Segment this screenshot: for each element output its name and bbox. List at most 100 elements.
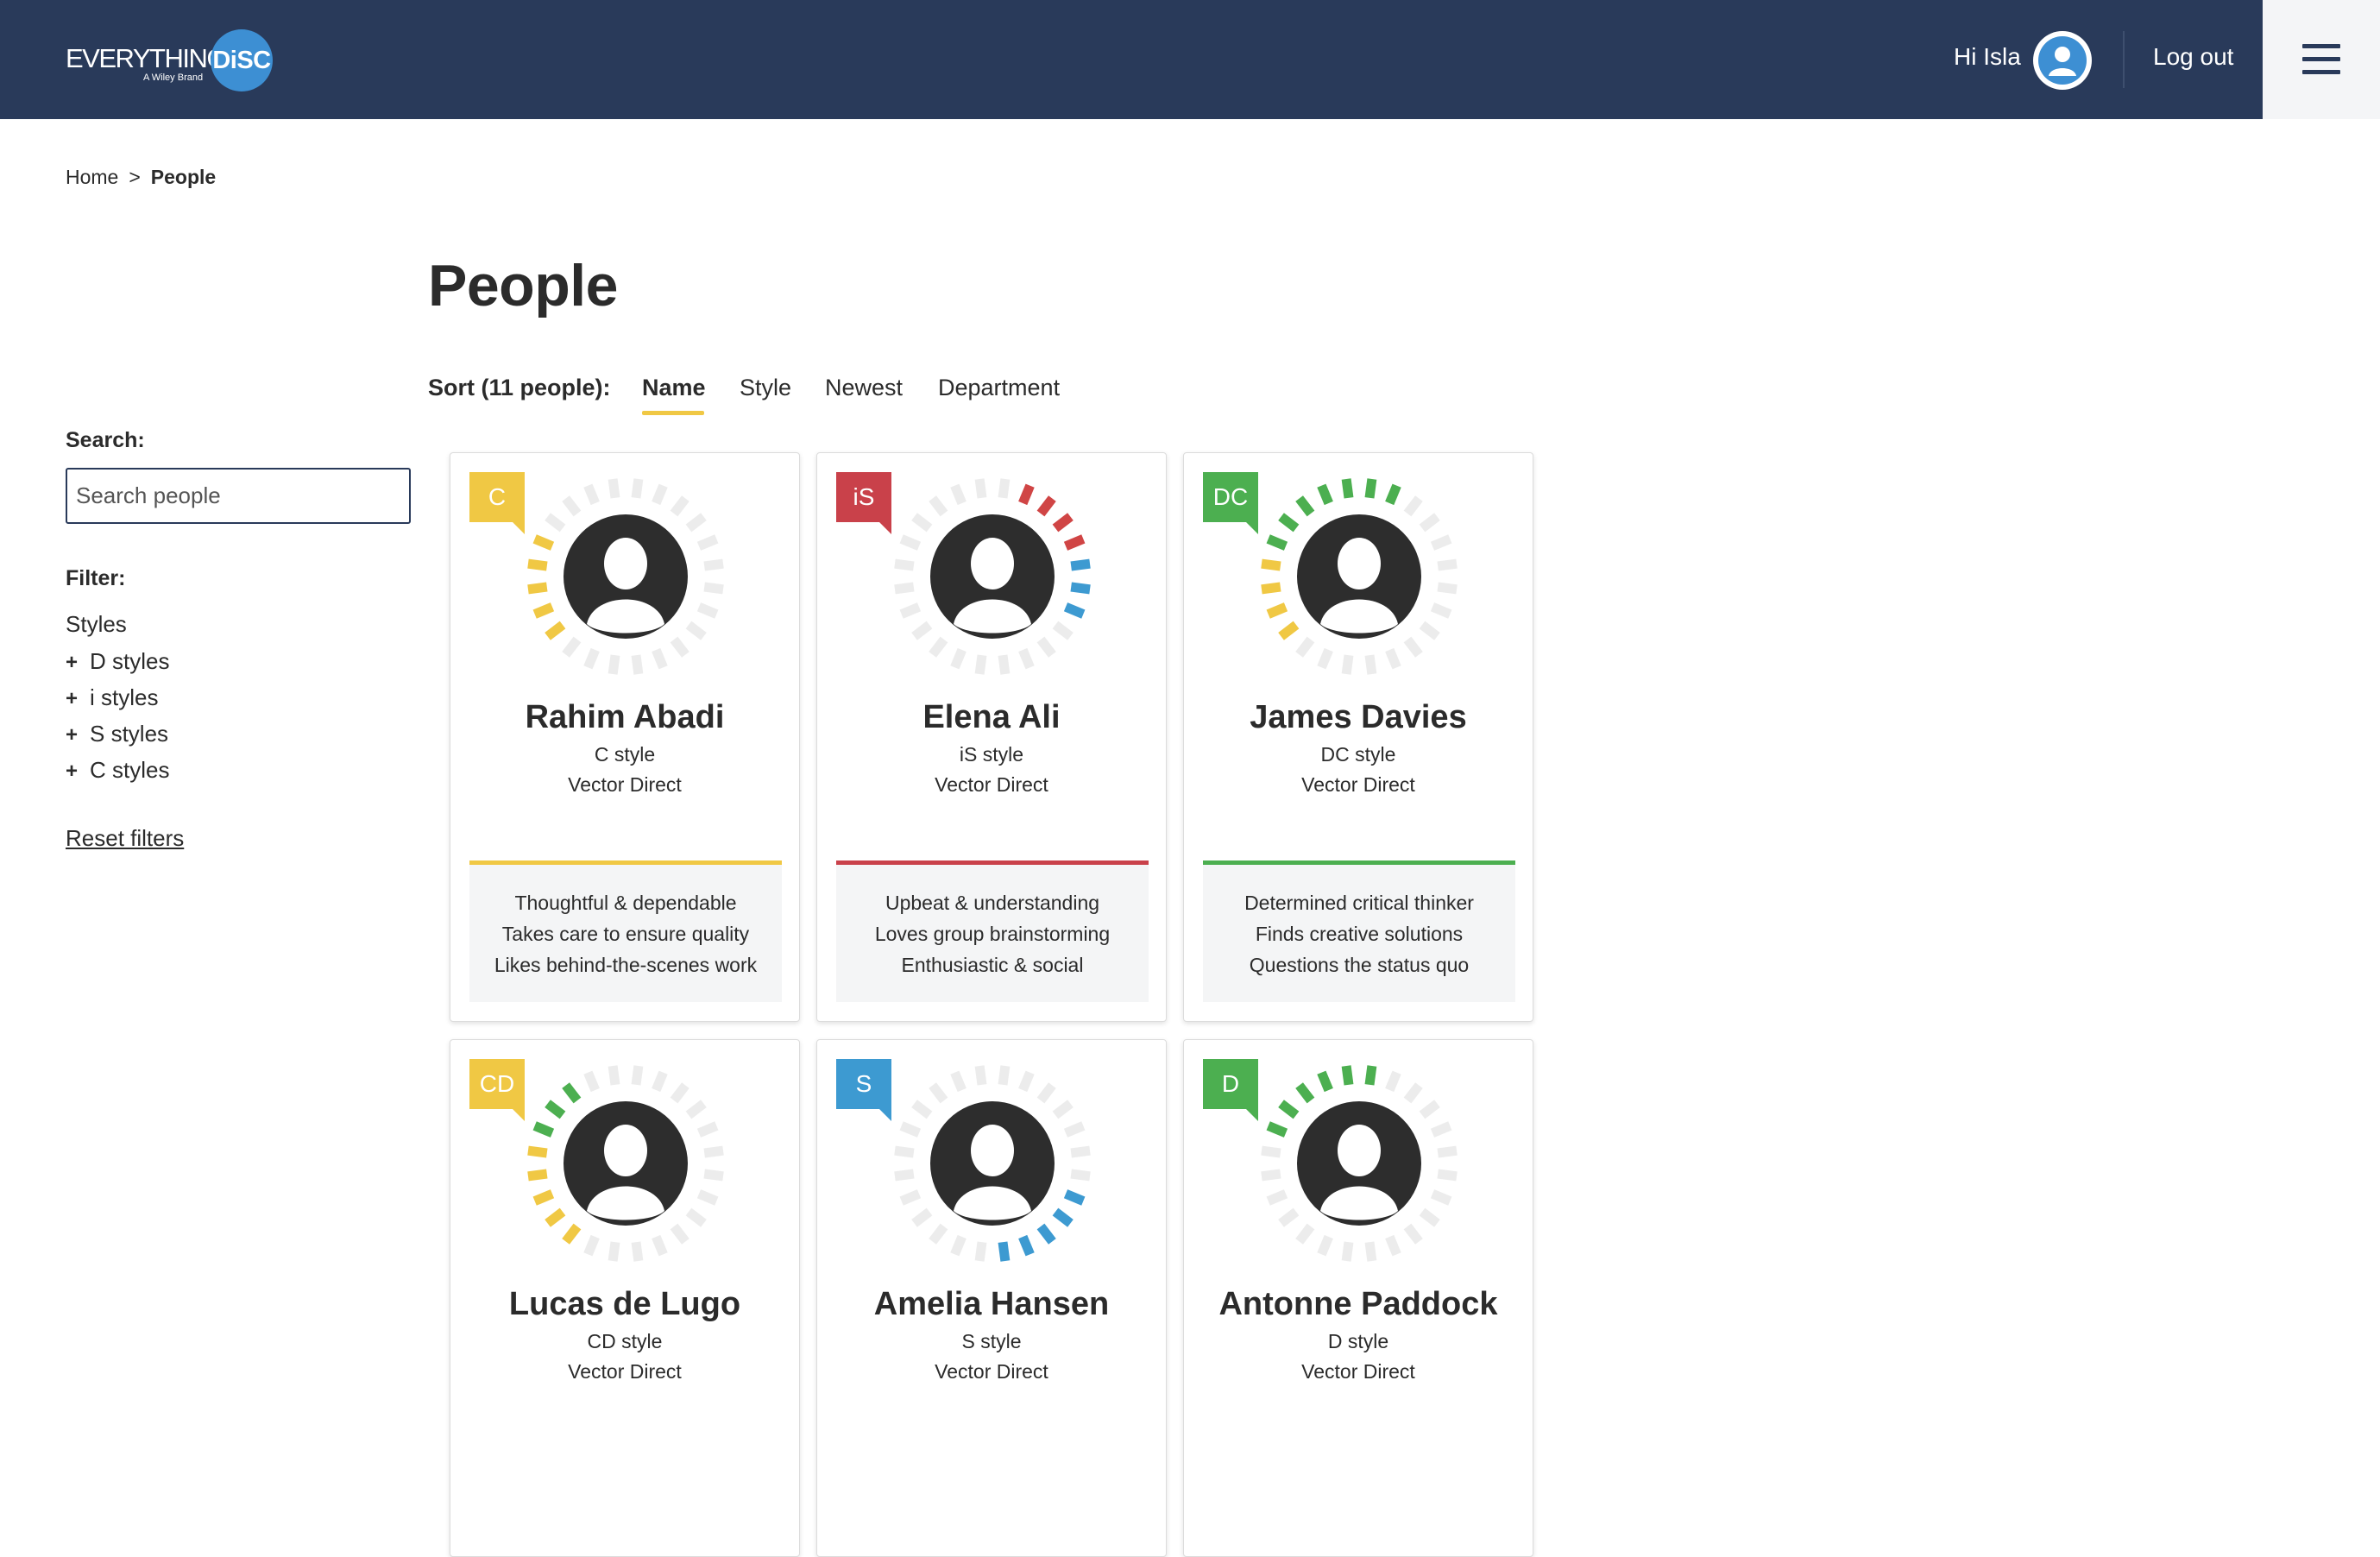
- user-avatar[interactable]: [2033, 31, 2092, 90]
- wheel-segment: [1364, 1065, 1377, 1086]
- avatar-head: [1338, 538, 1381, 589]
- logout-link[interactable]: Log out: [2153, 43, 2233, 71]
- wheel-segment: [1437, 582, 1458, 595]
- reset-filters-link[interactable]: Reset filters: [66, 825, 184, 852]
- wheel-segment: [1278, 513, 1300, 533]
- wheel-segment: [545, 621, 566, 640]
- wheel-segment: [1364, 1241, 1377, 1262]
- person-style: iS style: [959, 743, 1024, 766]
- wheel-segment: [696, 1121, 719, 1138]
- wheel-segment: [1403, 495, 1423, 517]
- person-card[interactable]: D Antonne Paddock D style Vector Direct: [1183, 1039, 1533, 1557]
- wheel-segment: [1018, 1234, 1035, 1257]
- sort-tab-name[interactable]: Name: [642, 375, 706, 401]
- disc-style-wheel: [527, 1065, 724, 1262]
- wheel-segment: [1278, 1207, 1300, 1227]
- wheel-segment: [608, 1241, 620, 1262]
- wheel-segment: [1419, 1207, 1440, 1227]
- trait-line: Enthusiastic & social: [901, 953, 1084, 976]
- logo-tagline: A Wiley Brand: [143, 72, 204, 83]
- wheel-segment: [1419, 621, 1440, 640]
- wheel-segment: [1419, 513, 1440, 533]
- person-card[interactable]: S Amelia Hansen S style Vector Direct: [816, 1039, 1167, 1557]
- person-card[interactable]: C Rahim Abadi C style Vector Direct Thoughtf…: [450, 452, 800, 1022]
- wheel-segment: [911, 513, 933, 533]
- wheel-segment: [1070, 558, 1091, 571]
- wheel-segment: [1070, 582, 1091, 595]
- trait-line: Upbeat & understanding: [885, 891, 1100, 914]
- wheel-segment: [696, 1189, 719, 1206]
- badge-tail-icon: [513, 522, 525, 534]
- sort-tab-style[interactable]: Style: [740, 375, 791, 401]
- active-sort-indicator: [642, 411, 704, 415]
- person-department: Vector Direct: [1301, 773, 1415, 796]
- wheel-segment: [703, 582, 724, 595]
- wheel-segment: [685, 513, 707, 533]
- filter-d-styles[interactable]: + D styles: [66, 648, 169, 675]
- wheel-segment: [652, 647, 668, 670]
- wheel-segment: [1430, 1121, 1452, 1138]
- person-style: DC style: [1320, 743, 1396, 766]
- breadcrumb-home[interactable]: Home: [66, 166, 118, 188]
- wheel-segment: [1419, 1100, 1440, 1119]
- badge-tail-icon: [513, 1109, 525, 1121]
- person-card[interactable]: CD Lucas de Lugo CD style Vector Direct: [450, 1039, 800, 1557]
- wheel-segment: [1070, 1169, 1091, 1182]
- wheel-segment: [1063, 602, 1086, 619]
- wheel-segment: [1070, 1145, 1091, 1158]
- wheel-segment: [532, 1121, 555, 1138]
- wheel-segment: [1278, 1100, 1300, 1119]
- filter-c-styles[interactable]: + C styles: [66, 757, 169, 784]
- everything-disc-logo[interactable]: EVERYTHING A Wiley Brand DiSC: [66, 28, 281, 91]
- disc-style-badge: DC: [1203, 472, 1258, 522]
- wheel-segment: [545, 1100, 566, 1119]
- person-name: Rahim Abadi: [525, 699, 725, 735]
- badge-tail-icon: [879, 1109, 891, 1121]
- wheel-segment: [1385, 647, 1401, 670]
- wheel-segment: [562, 1223, 582, 1245]
- wheel-segment: [631, 478, 644, 499]
- filter-s-styles[interactable]: + S styles: [66, 721, 168, 747]
- wheel-segment: [1052, 1100, 1074, 1119]
- sort-tab-newest[interactable]: Newest: [825, 375, 903, 401]
- wheel-segment: [608, 478, 620, 499]
- wheel-segment: [583, 647, 600, 670]
- wheel-segment: [929, 636, 948, 658]
- wheel-segment: [1295, 495, 1315, 517]
- wheel-segment: [950, 1070, 966, 1093]
- wheel-segment: [583, 1070, 600, 1093]
- wheel-segment: [532, 534, 555, 551]
- wheel-segment: [652, 1070, 668, 1093]
- wheel-segment: [899, 602, 922, 619]
- top-navigation-bar: EVERYTHING A Wiley Brand DiSC Hi Isla Lo…: [0, 0, 2380, 119]
- wheel-segment: [899, 534, 922, 551]
- person-name: Lucas de Lugo: [508, 1286, 741, 1322]
- wheel-segment: [652, 1234, 668, 1257]
- wheel-segment: [1052, 621, 1074, 640]
- hamburger-menu-button[interactable]: [2263, 0, 2380, 119]
- breadcrumb-separator: >: [129, 166, 141, 188]
- wheel-segment: [1052, 513, 1074, 533]
- wheel-segment: [1317, 483, 1333, 506]
- wheel-segment: [1403, 1082, 1423, 1104]
- wheel-segment: [1341, 654, 1354, 675]
- person-card[interactable]: iS Elena Ali iS style Vector Direct Upbeat &…: [816, 452, 1167, 1022]
- search-people-input[interactable]: [66, 468, 411, 524]
- person-department: Vector Direct: [568, 773, 682, 796]
- disc-style-badge: CD: [469, 1059, 525, 1109]
- wheel-segment: [1317, 1070, 1333, 1093]
- wheel-segment: [583, 483, 600, 506]
- wheel-segment: [1437, 1145, 1458, 1158]
- wheel-segment: [532, 1189, 555, 1206]
- disc-style-wheel: [1261, 478, 1458, 675]
- disc-style-badge: iS: [836, 472, 891, 522]
- wheel-segment: [1261, 582, 1281, 595]
- person-card[interactable]: DC James Davies DC style Vector Direct Deter…: [1183, 452, 1533, 1022]
- sort-tab-department[interactable]: Department: [938, 375, 1060, 401]
- disc-style-badge: D: [1203, 1059, 1258, 1109]
- search-label: Search:: [66, 428, 145, 452]
- filter-i-styles[interactable]: + i styles: [66, 684, 158, 711]
- wheel-segment: [562, 1082, 582, 1104]
- wheel-segment: [1261, 558, 1281, 571]
- wheel-segment: [608, 654, 620, 675]
